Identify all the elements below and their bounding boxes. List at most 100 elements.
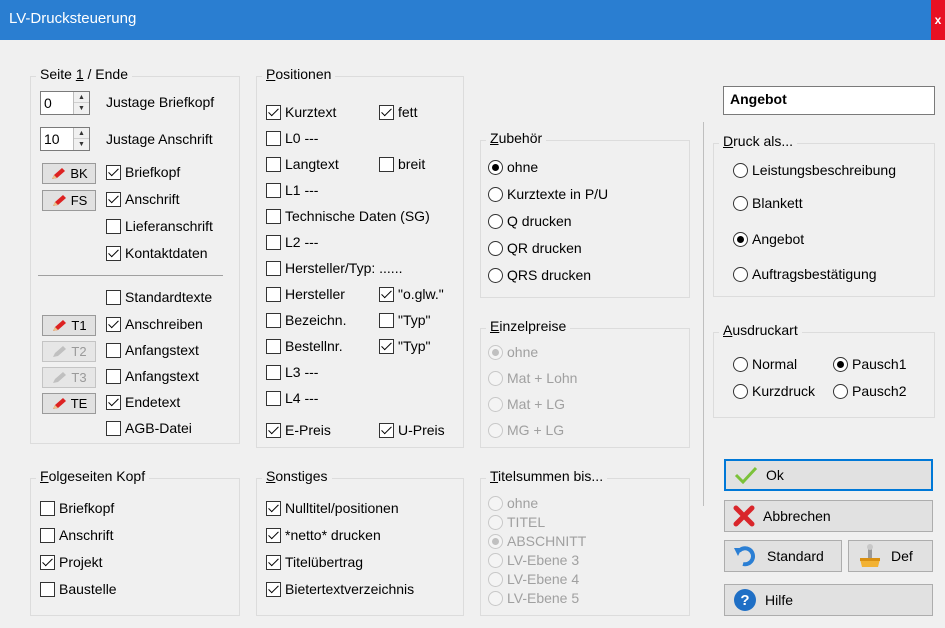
checkbox-typ-1[interactable]: "Typ" — [379, 312, 431, 328]
checkbox-langtext[interactable]: Langtext — [266, 156, 339, 172]
checkbox-box[interactable] — [266, 312, 281, 328]
radio-mat-lohn[interactable]: Mat + Lohn — [488, 370, 577, 386]
checkbox-box[interactable] — [379, 156, 394, 172]
checkbox-box[interactable] — [379, 286, 394, 302]
checkbox-box[interactable] — [266, 581, 281, 597]
checkbox-anschreiben[interactable]: Anschreiben — [106, 316, 203, 332]
checkbox-box[interactable] — [106, 368, 121, 384]
fs-edit-button[interactable]: FS — [42, 190, 96, 211]
checkbox-box[interactable] — [106, 394, 121, 410]
checkbox-l4[interactable]: L4 --- — [266, 390, 318, 406]
checkbox-box[interactable] — [106, 420, 121, 436]
justage-anschrift-spinner[interactable]: 10 ▲ ▼ — [40, 127, 90, 151]
radio-abschnitt[interactable]: ABSCHNITT — [488, 533, 586, 549]
radio-lv-ebene-4[interactable]: LV-Ebene 4 — [488, 571, 579, 587]
t2-edit-button[interactable]: T2 — [42, 341, 96, 362]
checkbox-box[interactable] — [266, 260, 281, 276]
checkbox-box[interactable] — [266, 390, 281, 406]
radio-dot[interactable] — [488, 552, 503, 568]
radio-q-drucken[interactable]: Q drucken — [488, 213, 572, 229]
radio-einzelpreise-ohne[interactable]: ohne — [488, 344, 538, 360]
radio-dot[interactable] — [488, 344, 503, 360]
radio-pausch1[interactable]: Pausch1 — [833, 356, 906, 372]
checkbox-box[interactable] — [106, 289, 121, 305]
checkbox-box[interactable] — [266, 500, 281, 516]
radio-kurztexte-pu[interactable]: Kurztexte in P/U — [488, 186, 608, 202]
checkbox-fett[interactable]: fett — [379, 104, 417, 120]
checkbox-box[interactable] — [266, 527, 281, 543]
hilfe-button[interactable]: ? Hilfe — [724, 584, 933, 616]
checkbox-anfangstext-2[interactable]: Anfangstext — [106, 368, 199, 384]
checkbox-endetext[interactable]: Endetext — [106, 394, 180, 410]
checkbox-lieferanschrift[interactable]: Lieferanschrift — [106, 218, 213, 234]
radio-dot[interactable] — [733, 383, 748, 399]
radio-leistungsbeschreibung[interactable]: Leistungsbeschreibung — [733, 162, 896, 178]
checkbox-box[interactable] — [266, 422, 281, 438]
checkbox-titeluebertrag[interactable]: Titelübertrag — [266, 554, 363, 570]
checkbox-folge-baustelle[interactable]: Baustelle — [40, 581, 117, 597]
checkbox-folge-briefkopf[interactable]: Briefkopf — [40, 500, 114, 516]
checkbox-hersteller-typ[interactable]: Hersteller/Typ: ...... — [266, 260, 402, 276]
radio-dot[interactable] — [833, 383, 848, 399]
checkbox-typ-2[interactable]: "Typ" — [379, 338, 431, 354]
checkbox-box[interactable] — [106, 191, 121, 207]
radio-blankett[interactable]: Blankett — [733, 195, 803, 211]
checkbox-box[interactable] — [40, 527, 55, 543]
checkbox-anfangstext-1[interactable]: Anfangstext — [106, 342, 199, 358]
ok-button[interactable]: Ok — [724, 459, 933, 491]
radio-dot[interactable] — [833, 356, 848, 372]
close-button[interactable]: x — [931, 0, 945, 40]
radio-dot[interactable] — [488, 533, 503, 549]
checkbox-bezeichn[interactable]: Bezeichn. — [266, 312, 346, 328]
radio-dot[interactable] — [488, 370, 503, 386]
radio-dot[interactable] — [733, 231, 748, 247]
checkbox-box[interactable] — [266, 554, 281, 570]
checkbox-folge-projekt[interactable]: Projekt — [40, 554, 103, 570]
checkbox-l3[interactable]: L3 --- — [266, 364, 318, 380]
checkbox-oglw[interactable]: "o.glw." — [379, 286, 444, 302]
checkbox-box[interactable] — [266, 364, 281, 380]
checkbox-briefkopf[interactable]: Briefkopf — [106, 164, 180, 180]
checkbox-bestellnr[interactable]: Bestellnr. — [266, 338, 343, 354]
radio-dot[interactable] — [488, 422, 503, 438]
radio-kurzdruck[interactable]: Kurzdruck — [733, 383, 815, 399]
checkbox-box[interactable] — [266, 130, 281, 146]
radio-dot[interactable] — [488, 571, 503, 587]
checkbox-box[interactable] — [106, 218, 121, 234]
radio-dot[interactable] — [488, 396, 503, 412]
spin-up-icon[interactable]: ▲ — [74, 92, 89, 103]
checkbox-bietertextverzeichnis[interactable]: Bietertextverzeichnis — [266, 581, 414, 597]
checkbox-box[interactable] — [379, 338, 394, 354]
checkbox-box[interactable] — [266, 156, 281, 172]
checkbox-breit[interactable]: breit — [379, 156, 425, 172]
justage-anschrift-value[interactable]: 10 — [44, 131, 60, 147]
radio-zubehoer-ohne[interactable]: ohne — [488, 159, 538, 175]
justage-briefkopf-spinner[interactable]: 0 ▲ ▼ — [40, 91, 90, 115]
radio-auftragsbestaetigung[interactable]: Auftragsbestätigung — [733, 266, 877, 282]
checkbox-box[interactable] — [266, 208, 281, 224]
checkbox-box[interactable] — [379, 422, 394, 438]
checkbox-kurztext[interactable]: Kurztext — [266, 104, 336, 120]
te-edit-button[interactable]: TE — [42, 393, 96, 414]
radio-qrs-drucken[interactable]: QRS drucken — [488, 267, 591, 283]
checkbox-box[interactable] — [379, 104, 394, 120]
radio-dot[interactable] — [488, 495, 503, 511]
radio-dot[interactable] — [733, 266, 748, 282]
t3-edit-button[interactable]: T3 — [42, 367, 96, 388]
spin-down-icon[interactable]: ▼ — [74, 139, 89, 150]
radio-lv-ebene-5[interactable]: LV-Ebene 5 — [488, 590, 579, 606]
radio-qr-drucken[interactable]: QR drucken — [488, 240, 582, 256]
def-button[interactable]: Def — [848, 540, 933, 572]
checkbox-nulltitel[interactable]: Nulltitel/positionen — [266, 500, 399, 516]
radio-mg-lg[interactable]: MG + LG — [488, 422, 564, 438]
checkbox-l2[interactable]: L2 --- — [266, 234, 318, 250]
checkbox-box[interactable] — [266, 104, 281, 120]
radio-dot[interactable] — [733, 162, 748, 178]
radio-normal[interactable]: Normal — [733, 356, 797, 372]
standard-button[interactable]: Standard — [724, 540, 842, 572]
radio-dot[interactable] — [488, 186, 503, 202]
angebot-textfield[interactable]: Angebot — [723, 86, 935, 115]
radio-dot[interactable] — [488, 267, 503, 283]
radio-pausch2[interactable]: Pausch2 — [833, 383, 906, 399]
checkbox-box[interactable] — [40, 500, 55, 516]
